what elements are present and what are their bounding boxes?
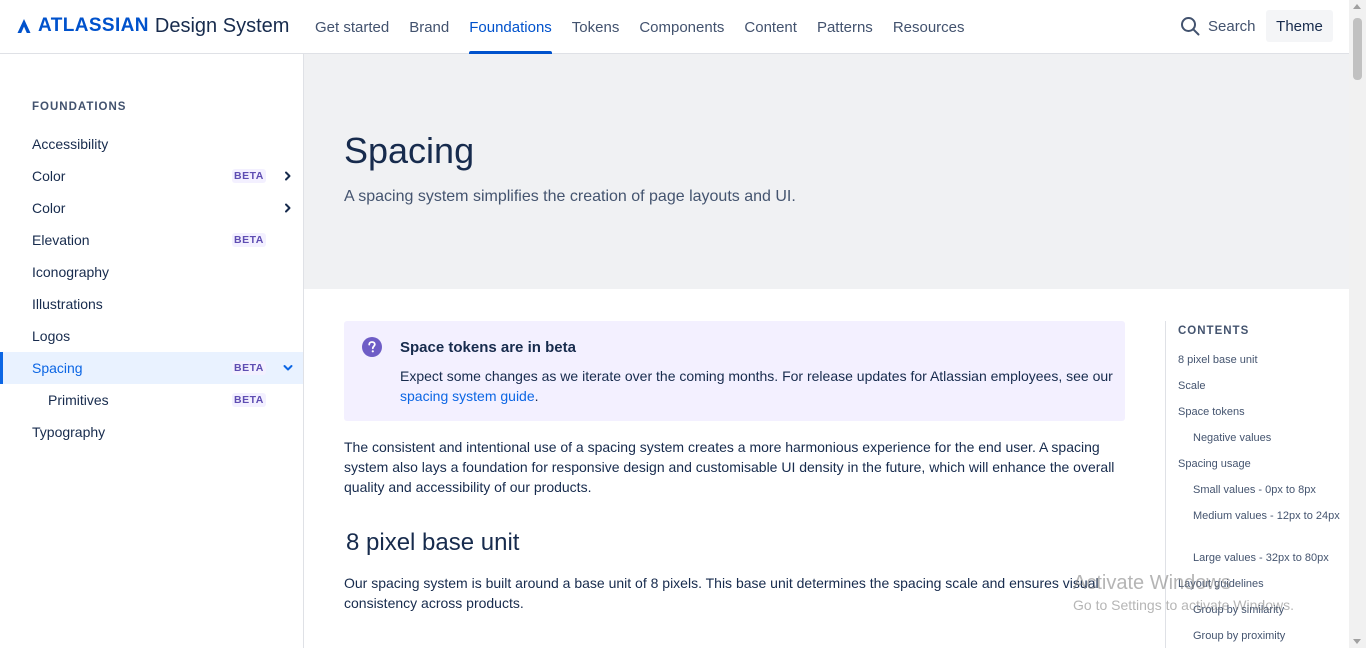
search-button[interactable]: Search (1180, 12, 1256, 40)
notice-text: Expect some changes as we iterate over t… (400, 368, 1113, 384)
nav-tokens[interactable]: Tokens (562, 0, 630, 54)
contents-link[interactable]: Small values - 0px to 8px (1193, 482, 1343, 498)
sidebar-item-label: Elevation (32, 232, 90, 248)
notice-title: Space tokens are in beta (400, 339, 576, 356)
sidebar-item-elevation[interactable]: Elevation BETA (0, 224, 303, 256)
chevron-right-icon[interactable] (282, 202, 294, 214)
table-of-contents: CONTENTS 8 pixel base unit Scale Space tok… (1165, 321, 1349, 648)
nav-patterns[interactable]: Patterns (807, 0, 883, 54)
beta-badge: BETA (232, 361, 266, 375)
logo-wordmark: ATLASSIAN (38, 15, 149, 36)
contents-link[interactable]: Group by proximity (1193, 628, 1343, 644)
sidebar-item-label: Iconography (32, 264, 110, 280)
scroll-thumb[interactable] (1353, 18, 1362, 80)
beta-badge: BETA (232, 169, 266, 183)
sidebar-item-label: Logos (32, 328, 71, 344)
sidebar-item-color[interactable]: Color (0, 192, 303, 224)
contents-link[interactable]: Layout guidelines (1178, 576, 1264, 592)
sidebar-item-typography[interactable]: Typography (0, 416, 303, 448)
contents-link[interactable]: Medium values - 12px to 24px (1193, 508, 1343, 524)
sidebar-heading: FOUNDATIONS (32, 101, 127, 113)
nav-brand[interactable]: Brand (399, 0, 459, 54)
notice-body: Expect some changes as we iterate over t… (400, 366, 1120, 406)
sidebar: FOUNDATIONS Accessibility Color BETA Color E… (0, 54, 304, 648)
sidebar-item-illustrations[interactable]: Illustrations (0, 288, 303, 320)
beta-badge: BETA (232, 233, 266, 247)
page-scrollbar[interactable] (1349, 0, 1366, 648)
sidebar-item-label: Spacing (32, 360, 83, 376)
scroll-up-arrow-icon[interactable] (1353, 4, 1361, 9)
chevron-right-icon[interactable] (282, 170, 294, 182)
sidebar-item-label: Accessibility (32, 136, 109, 152)
contents-link[interactable]: Space tokens (1178, 404, 1245, 420)
search-icon (1181, 17, 1200, 36)
sidebar-list: Accessibility Color BETA Color Elevation BETA… (0, 128, 303, 448)
scroll-down-arrow-icon[interactable] (1353, 639, 1361, 644)
notice-text-end: . (534, 388, 539, 404)
sidebar-item-spacing[interactable]: Spacing BETA (0, 352, 303, 384)
nav-get-started[interactable]: Get started (305, 0, 399, 54)
search-label: Search (1208, 17, 1256, 35)
contents-heading: CONTENTS (1178, 325, 1250, 337)
page-hero: Spacing A spacing system simplifies the … (304, 54, 1349, 289)
chevron-down-icon[interactable] (282, 362, 294, 374)
nav-components[interactable]: Components (629, 0, 734, 54)
contents-link[interactable]: Spacing usage (1178, 456, 1251, 472)
atlassian-logo-icon (17, 19, 31, 33)
page-subtitle: A spacing system simplifies the creation… (344, 188, 796, 205)
sidebar-item-label: Color (32, 200, 66, 216)
beta-notice: Space tokens are in beta Expect some cha… (344, 321, 1125, 421)
theme-button[interactable]: Theme (1266, 10, 1333, 42)
nav-content[interactable]: Content (734, 0, 807, 54)
sidebar-item-primitives[interactable]: Primitives BETA (0, 384, 303, 416)
nav-foundations[interactable]: Foundations (459, 0, 562, 54)
sidebar-item-label: Typography (32, 424, 106, 440)
beta-badge: BETA (232, 393, 266, 407)
spacing-guide-link[interactable]: spacing system guide (400, 388, 535, 404)
sidebar-item-label: Color (32, 168, 66, 184)
section-paragraph: Our spacing system is built around a bas… (344, 575, 1099, 611)
sidebar-item-iconography[interactable]: Iconography (0, 256, 303, 288)
intro-paragraph: The consistent and intentional use of a … (344, 439, 1115, 495)
contents-link[interactable]: Group by similarity (1193, 602, 1343, 618)
logo-product-name: Design System (154, 14, 290, 37)
top-navigation: ATLASSIAN Design System Get started Brand… (0, 0, 1349, 54)
sidebar-item-label: Illustrations (32, 296, 103, 312)
atlassian-logo[interactable]: ATLASSIAN Design System (16, 14, 289, 38)
sidebar-item-logos[interactable]: Logos (0, 320, 303, 352)
contents-link[interactable]: Scale (1178, 378, 1206, 394)
nav-resources[interactable]: Resources (883, 0, 975, 54)
page-title: Spacing (344, 130, 475, 171)
contents-link[interactable]: Large values - 32px to 80px (1193, 550, 1343, 566)
sidebar-item-accessibility[interactable]: Accessibility (0, 128, 303, 160)
question-icon (362, 337, 382, 357)
contents-link[interactable]: Negative values (1193, 430, 1343, 446)
section-heading: 8 pixel base unit (346, 529, 520, 556)
sidebar-item-color[interactable]: Color BETA (0, 160, 303, 192)
contents-link[interactable]: 8 pixel base unit (1178, 352, 1258, 368)
sidebar-item-label: Primitives (48, 392, 109, 408)
main-nav: Get started Brand Foundations Tokens Compone… (305, 0, 975, 54)
